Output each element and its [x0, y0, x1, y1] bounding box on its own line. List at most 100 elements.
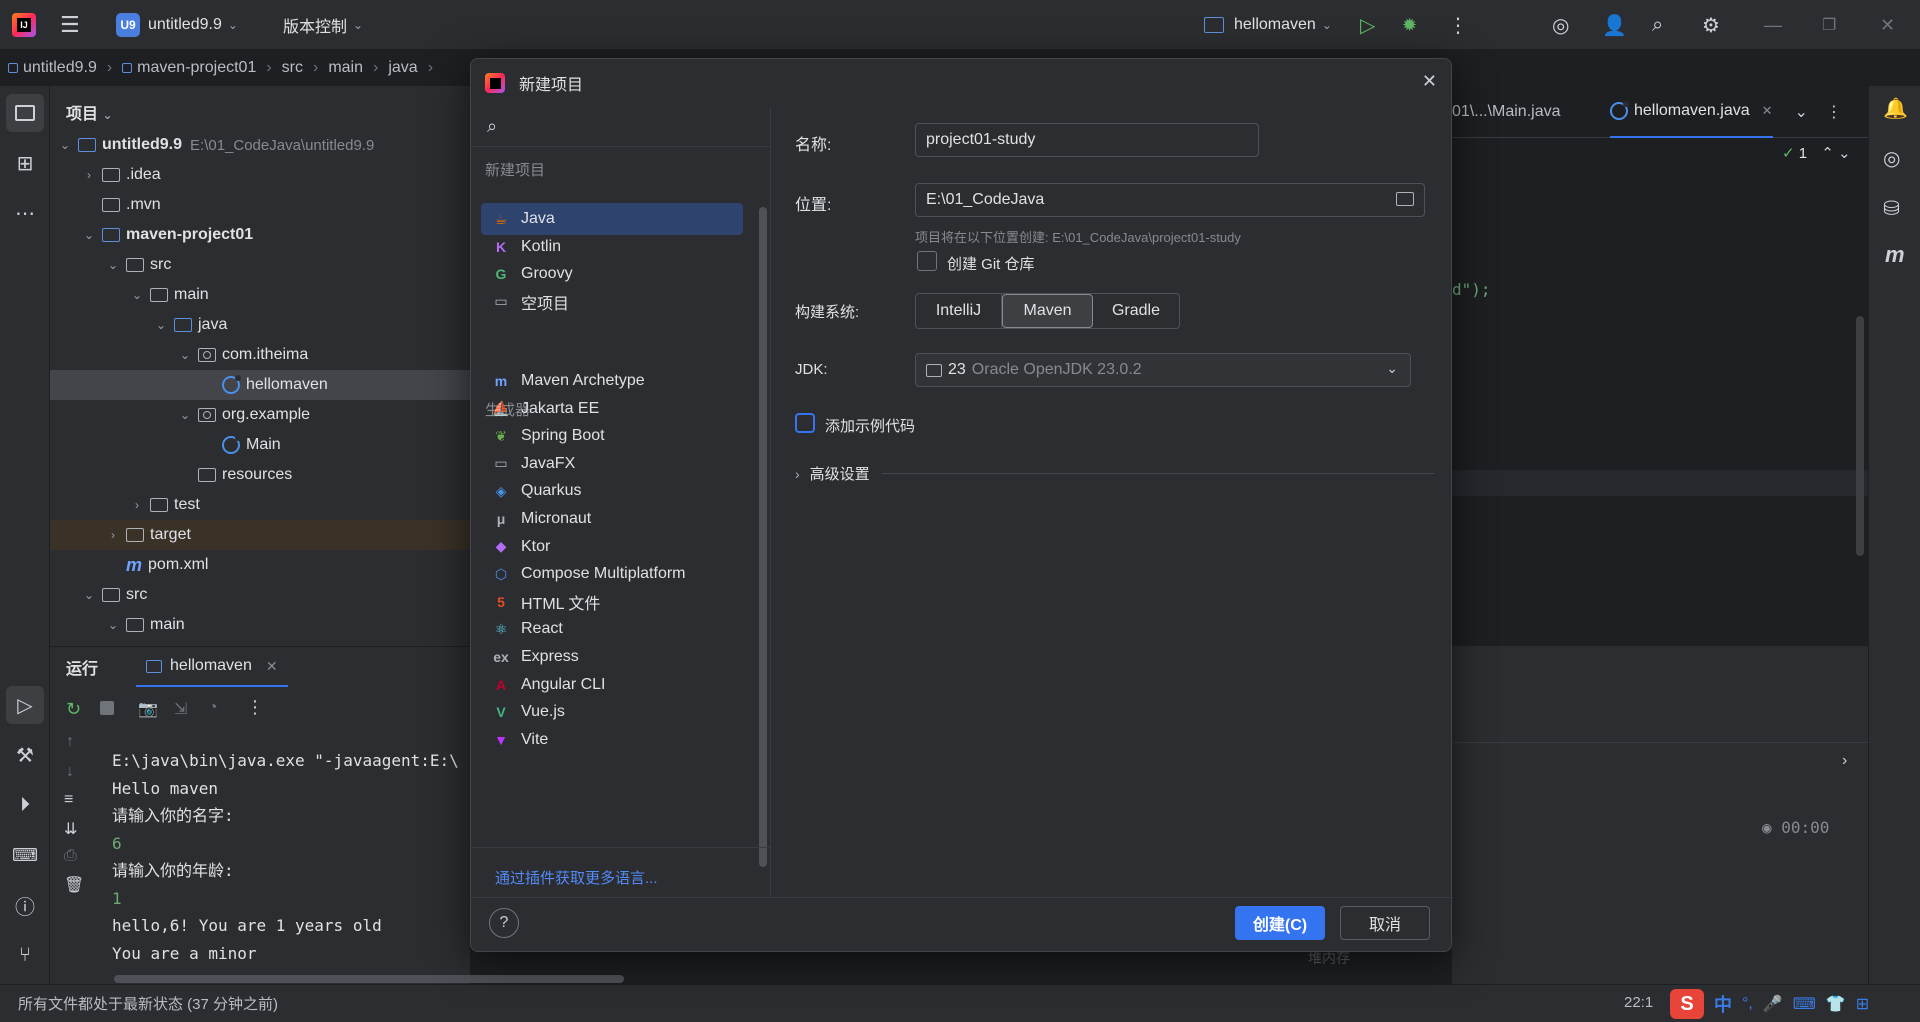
- app-logo-icon[interactable]: IJ: [12, 0, 36, 50]
- chevron-down-icon[interactable]: ⌄: [106, 258, 120, 272]
- keyboard-icon[interactable]: ⌨: [1793, 994, 1816, 1014]
- tree-item[interactable]: ⌄ src: [50, 580, 470, 610]
- sogou-logo-icon[interactable]: S: [1670, 989, 1704, 1019]
- add-sample-code-checkbox[interactable]: [795, 413, 815, 433]
- skin-icon[interactable]: 👕: [1826, 994, 1846, 1014]
- ime-mode[interactable]: 中: [1714, 991, 1732, 1017]
- debug-button[interactable]: ✹: [1402, 0, 1417, 50]
- run-tool-button[interactable]: ▷: [6, 686, 44, 724]
- chevron-down-icon[interactable]: ⌄: [178, 408, 192, 422]
- chevron-down-icon[interactable]: ⌄: [154, 318, 168, 332]
- breadcrumb-item[interactable]: java: [388, 59, 417, 77]
- project-name-field[interactable]: project01-study: [915, 123, 1259, 157]
- tree-item[interactable]: ⌄ main: [50, 610, 470, 640]
- close-dialog-icon[interactable]: ✕: [1422, 71, 1437, 92]
- project-panel-title[interactable]: 项目 ⌄: [66, 100, 113, 124]
- notifications-icon[interactable]: 🔔: [1883, 96, 1908, 121]
- export-icon[interactable]: ⇲: [174, 699, 187, 719]
- tree-item[interactable]: hellomaven: [50, 370, 470, 400]
- close-tab-icon[interactable]: ✕: [266, 658, 278, 675]
- maximize-button[interactable]: ❐: [1822, 0, 1836, 50]
- ai-assistant-icon[interactable]: ◎: [1552, 0, 1569, 50]
- browse-folder-icon[interactable]: [1396, 192, 1414, 206]
- toolbox-icon[interactable]: ⊞: [1856, 994, 1869, 1014]
- main-menu-icon[interactable]: ☰: [60, 0, 80, 50]
- chevron-down-icon[interactable]: ⌄: [1795, 102, 1808, 122]
- git-tool-button[interactable]: ⑂: [6, 936, 44, 974]
- tree-item[interactable]: ⌄ org.example: [50, 400, 470, 430]
- tree-item[interactable]: ⌄ maven-project01: [50, 220, 470, 250]
- tree-item[interactable]: Main: [50, 430, 470, 460]
- more-icon[interactable]: ⋮: [246, 697, 264, 718]
- tree-item[interactable]: m pom.xml: [50, 550, 470, 580]
- ime-punct[interactable]: °,: [1742, 995, 1753, 1013]
- trash-icon[interactable]: 🗑: [64, 875, 84, 895]
- cancel-button[interactable]: 取消: [1340, 906, 1430, 940]
- editor-tab-main[interactable]: 01\...\Main.java: [1452, 103, 1600, 121]
- chevron-down-icon[interactable]: ⌄: [58, 138, 72, 152]
- tree-item[interactable]: › test: [50, 490, 470, 520]
- chevron-right-icon[interactable]: ›: [1842, 752, 1847, 770]
- close-tab-icon[interactable]: ✕: [1762, 103, 1773, 119]
- tree-item[interactable]: resources: [50, 460, 470, 490]
- project-type-search[interactable]: ⌕: [471, 107, 771, 147]
- down-icon[interactable]: ↓: [66, 763, 74, 781]
- stop-icon[interactable]: [100, 701, 114, 715]
- create-git-checkbox[interactable]: [917, 251, 937, 271]
- run-config-selector[interactable]: hellomaven ⌄: [1204, 0, 1332, 50]
- terminal-tool-button[interactable]: ⌨: [6, 836, 44, 874]
- coverage-icon[interactable]: ◔: [208, 699, 218, 717]
- more-tools-button[interactable]: ⋯: [6, 194, 44, 232]
- chevron-right-icon[interactable]: ›: [82, 168, 96, 182]
- project-type-vite[interactable]: ▼ Vite: [481, 724, 743, 756]
- location-field[interactable]: E:\01_CodeJava: [915, 183, 1425, 217]
- chevron-down-icon[interactable]: ⌄: [106, 618, 120, 632]
- problems-tool-button[interactable]: ⓘ: [6, 886, 44, 924]
- cursor-position[interactable]: 22:1: [1624, 994, 1653, 1011]
- tree-item[interactable]: ⌄ src: [50, 250, 470, 280]
- breadcrumb-item[interactable]: src: [282, 59, 303, 77]
- create-button[interactable]: 创建(C): [1235, 906, 1325, 940]
- more-icon[interactable]: ⋮: [1826, 102, 1842, 122]
- scroll-end-icon[interactable]: ⇊: [64, 819, 77, 839]
- add-user-icon[interactable]: 👤: [1602, 0, 1627, 50]
- tree-item[interactable]: › .idea: [50, 160, 470, 190]
- list-scrollbar[interactable]: [759, 207, 767, 867]
- run-button[interactable]: ▷: [1360, 0, 1375, 50]
- more-actions-button[interactable]: ⋮: [1448, 0, 1468, 50]
- tree-item[interactable]: ⌄ java: [50, 310, 470, 340]
- build-option-maven[interactable]: Maven: [1002, 294, 1093, 328]
- ai-chat-icon[interactable]: ◎: [1883, 146, 1900, 171]
- status-message[interactable]: 所有文件都处于最新状态 (37 分钟之前): [18, 993, 278, 1014]
- run-tab-hellomaven[interactable]: hellomaven ✕: [136, 647, 288, 687]
- chevron-down-icon[interactable]: ⌄: [82, 228, 96, 242]
- tree-item[interactable]: ⌄ com.itheima: [50, 340, 470, 370]
- console-scrollbar[interactable]: [114, 975, 624, 983]
- build-option-gradle[interactable]: Gradle: [1093, 294, 1179, 328]
- print-icon[interactable]: ⎙: [64, 847, 77, 865]
- project-type-empty-project[interactable]: ▭ 空项目: [481, 286, 743, 318]
- search-icon[interactable]: ⌕: [1652, 0, 1663, 50]
- tree-item[interactable]: .mvn: [50, 190, 470, 220]
- minimize-button[interactable]: —: [1764, 0, 1782, 50]
- microphone-icon[interactable]: 🎤: [1763, 994, 1783, 1014]
- wrap-icon[interactable]: ≡: [64, 791, 73, 809]
- build-tool-button[interactable]: ⚒: [6, 736, 44, 774]
- tree-item[interactable]: ⌄ untitled9.9 E:\01_CodeJava\untitled9.9: [50, 130, 470, 160]
- breadcrumb-item[interactable]: untitled9.9: [23, 59, 97, 77]
- chevron-down-icon[interactable]: ⌄: [130, 288, 144, 302]
- jdk-select[interactable]: 23 Oracle OpenJDK 23.0.2 ⌄: [915, 353, 1411, 387]
- tree-item[interactable]: ⌄ main: [50, 280, 470, 310]
- chevron-right-icon[interactable]: ›: [106, 528, 120, 542]
- chevron-down-icon[interactable]: ⌄: [178, 348, 192, 362]
- chevron-down-icon[interactable]: ⌄: [82, 588, 96, 602]
- vcs-menu[interactable]: 版本控制 ⌄: [283, 0, 363, 50]
- structure-tool-button[interactable]: ⊞: [6, 144, 44, 182]
- inspection-widget[interactable]: ✓ 1 ⌃ ⌄: [1782, 144, 1851, 162]
- help-button[interactable]: ?: [489, 908, 519, 938]
- breadcrumb-item[interactable]: main: [328, 59, 363, 77]
- camera-icon[interactable]: 📷: [138, 699, 158, 719]
- settings-icon[interactable]: ⚙: [1702, 0, 1720, 50]
- tree-item[interactable]: › target: [50, 520, 470, 550]
- editor-tab-hellomaven[interactable]: hellomaven.java ✕: [1610, 86, 1773, 138]
